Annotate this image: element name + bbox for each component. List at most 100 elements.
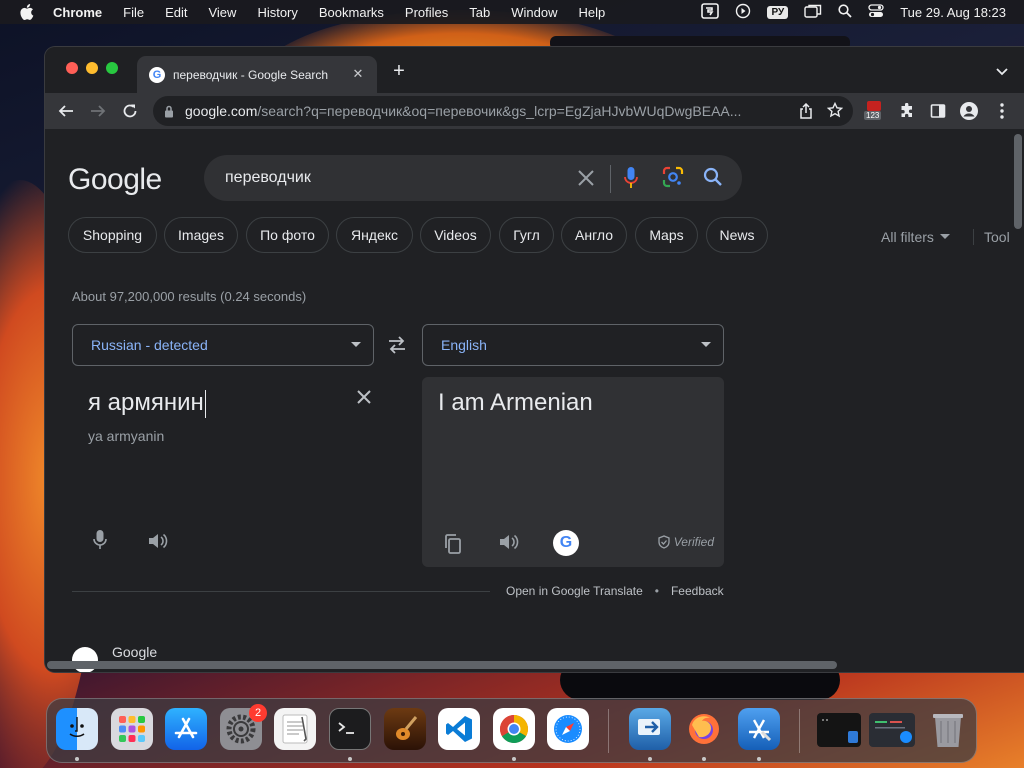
forward-button[interactable] bbox=[86, 99, 110, 123]
url-path: /search?q=переводчик&oq=перевочик&gs_lcr… bbox=[257, 103, 742, 119]
dock-finder-icon[interactable] bbox=[56, 708, 98, 750]
bookmark-star-icon[interactable] bbox=[826, 101, 844, 123]
dock-terminal-icon[interactable] bbox=[329, 708, 371, 750]
spotlight-search-icon[interactable] bbox=[838, 3, 852, 21]
source-mic-icon[interactable] bbox=[93, 529, 107, 556]
horizontal-scrollbar[interactable] bbox=[47, 661, 837, 669]
open-in-google-translate-link[interactable]: Open in Google Translate bbox=[506, 584, 643, 598]
chip-maps[interactable]: Maps bbox=[635, 217, 698, 253]
share-icon[interactable] bbox=[799, 102, 813, 124]
chip-anglo[interactable]: Англо bbox=[561, 217, 627, 253]
source-text-pane[interactable]: я армянин ya armyanin bbox=[72, 377, 374, 567]
search-box[interactable]: переводчик bbox=[204, 155, 742, 201]
profile-avatar-icon[interactable] bbox=[957, 99, 981, 123]
extension-icon[interactable]: 123 bbox=[864, 101, 883, 121]
play-icon[interactable] bbox=[735, 3, 751, 22]
tab-close-icon[interactable]: ✕ bbox=[351, 67, 365, 81]
menu-file[interactable]: File bbox=[123, 5, 144, 20]
menu-help[interactable]: Help bbox=[579, 5, 606, 20]
screen-mirroring-icon[interactable] bbox=[701, 2, 720, 22]
menu-tab[interactable]: Tab bbox=[469, 5, 490, 20]
google-logo[interactable]: Google bbox=[68, 163, 162, 197]
chip-shopping[interactable]: Shopping bbox=[68, 217, 157, 253]
dock-textedit-icon[interactable] bbox=[274, 708, 316, 750]
zoom-window-button[interactable] bbox=[106, 62, 118, 74]
dock-xcode-icon[interactable] bbox=[738, 708, 780, 750]
google-lens-icon[interactable] bbox=[662, 166, 684, 193]
apple-menu-icon[interactable] bbox=[19, 4, 35, 20]
control-center-icon[interactable] bbox=[868, 3, 884, 21]
result-site-name[interactable]: Google bbox=[112, 644, 157, 660]
text-cursor bbox=[204, 389, 206, 418]
shield-check-icon bbox=[658, 535, 670, 549]
vertical-scrollbar[interactable] bbox=[1014, 134, 1022, 229]
swap-languages-icon[interactable] bbox=[387, 336, 407, 359]
tab-google-search[interactable]: G переводчик - Google Search ✕ bbox=[137, 56, 377, 93]
extensions-puzzle-icon[interactable] bbox=[895, 99, 919, 123]
dock-firefox-running-dot bbox=[702, 757, 706, 761]
all-filters-label: All filters bbox=[881, 229, 934, 245]
url-host: google.com bbox=[185, 103, 258, 119]
menu-window[interactable]: Window bbox=[511, 5, 557, 20]
all-filters-button[interactable]: All filters bbox=[881, 229, 950, 245]
dock-chrome-icon[interactable] bbox=[493, 708, 535, 750]
search-input[interactable]: переводчик bbox=[225, 169, 311, 187]
source-listen-icon[interactable] bbox=[148, 532, 168, 555]
clear-search-icon[interactable] bbox=[575, 167, 597, 189]
chip-po-foto[interactable]: По фото bbox=[246, 217, 329, 253]
dock-migration-assistant-icon[interactable] bbox=[629, 708, 671, 750]
keyboard-layout-indicator[interactable]: РУ bbox=[767, 5, 789, 19]
menu-clock[interactable]: Tue 29. Aug 18:23 bbox=[900, 5, 1006, 20]
translate-divider bbox=[72, 591, 490, 592]
dock-minimized-window-2[interactable] bbox=[869, 713, 915, 747]
source-text-input[interactable]: я армянин bbox=[88, 389, 206, 418]
chrome-menu-icon[interactable] bbox=[990, 99, 1014, 123]
translated-text: I am Armenian bbox=[438, 389, 593, 416]
target-language-label: English bbox=[441, 337, 487, 353]
side-panel-icon[interactable] bbox=[926, 99, 950, 123]
lock-icon[interactable] bbox=[163, 104, 175, 118]
menu-bookmarks[interactable]: Bookmarks bbox=[319, 5, 384, 20]
voice-search-icon[interactable] bbox=[623, 166, 639, 195]
feedback-link[interactable]: Feedback bbox=[671, 584, 724, 598]
address-bar[interactable]: google.com/search?q=переводчик&oq=перево… bbox=[153, 96, 853, 126]
google-g-icon[interactable]: G bbox=[553, 530, 579, 556]
dock-safari-icon[interactable] bbox=[547, 708, 589, 750]
dock-minimized-window-1[interactable] bbox=[817, 713, 861, 747]
dock-app-store-icon[interactable] bbox=[165, 708, 207, 750]
dock-launchpad-icon[interactable] bbox=[111, 708, 153, 750]
window-switcher-icon[interactable] bbox=[804, 4, 822, 21]
dock-vscode-icon[interactable] bbox=[438, 708, 480, 750]
clear-source-icon[interactable] bbox=[356, 389, 372, 410]
tools-button[interactable]: Tool bbox=[973, 229, 1010, 245]
chip-gugl[interactable]: Гугл bbox=[499, 217, 554, 253]
chip-images[interactable]: Images bbox=[164, 217, 238, 253]
chip-videos[interactable]: Videos bbox=[420, 217, 491, 253]
tab-search-chevron-icon[interactable] bbox=[996, 63, 1008, 76]
dock-garageband-icon[interactable] bbox=[384, 708, 426, 750]
dock-trash-icon[interactable] bbox=[927, 708, 969, 750]
menu-view[interactable]: View bbox=[208, 5, 236, 20]
dock-firefox-icon[interactable] bbox=[683, 708, 725, 750]
close-window-button[interactable] bbox=[66, 62, 78, 74]
search-submit-icon[interactable] bbox=[702, 166, 724, 193]
copy-translation-icon[interactable] bbox=[444, 534, 462, 559]
menu-profiles[interactable]: Profiles bbox=[405, 5, 448, 20]
new-tab-button[interactable]: + bbox=[389, 61, 409, 81]
back-button[interactable] bbox=[54, 99, 78, 123]
menu-history[interactable]: History bbox=[257, 5, 297, 20]
reload-button[interactable] bbox=[118, 99, 142, 123]
minimize-window-button[interactable] bbox=[86, 62, 98, 74]
dock-separator-2 bbox=[799, 709, 800, 753]
chip-news[interactable]: News bbox=[706, 217, 768, 253]
target-language-select[interactable]: English bbox=[422, 324, 724, 366]
menu-app-name[interactable]: Chrome bbox=[53, 5, 102, 20]
footer-separator: • bbox=[654, 584, 659, 598]
menu-edit[interactable]: Edit bbox=[165, 5, 187, 20]
dock-system-settings-icon[interactable]: 2 bbox=[220, 704, 267, 750]
source-language-select[interactable]: Russian - detected bbox=[72, 324, 374, 366]
dock-migration-running-dot bbox=[648, 757, 652, 761]
chip-yandex[interactable]: Яндекс bbox=[336, 217, 413, 253]
url-text[interactable]: google.com/search?q=переводчик&oq=перево… bbox=[185, 103, 785, 119]
translation-listen-icon[interactable] bbox=[499, 533, 519, 556]
